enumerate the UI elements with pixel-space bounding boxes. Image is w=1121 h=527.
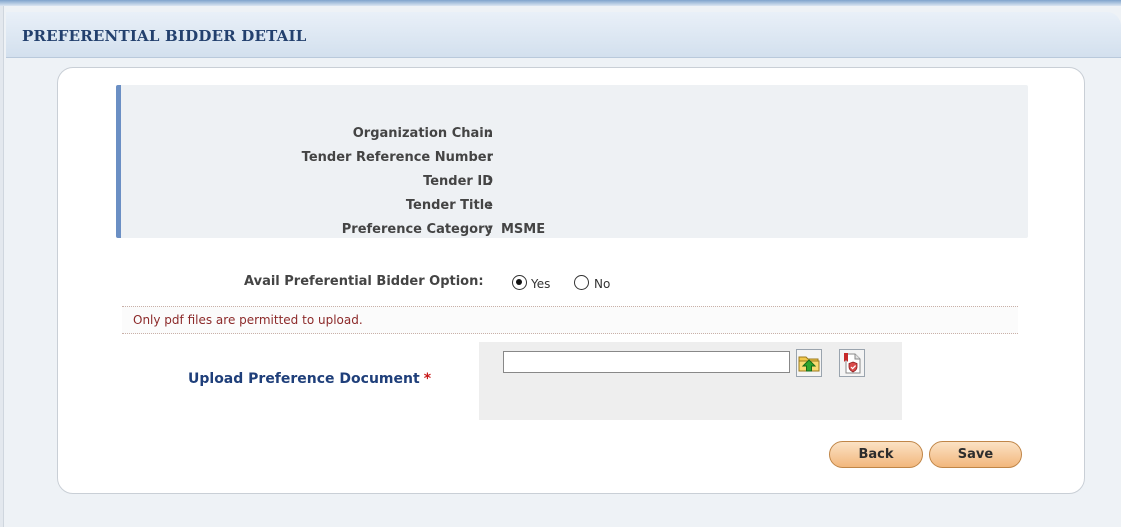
- radio-no-label[interactable]: No: [594, 277, 610, 291]
- info-label: Tender Title: [405, 198, 493, 213]
- page-header: PREFERENTIAL BIDDER DETAIL: [6, 12, 1121, 58]
- info-colon: :: [487, 174, 493, 189]
- top-edge: [0, 0, 1121, 6]
- avail-option-label: Avail Preferential Bidder Option:: [244, 274, 484, 289]
- info-colon: :: [487, 126, 493, 141]
- folder-upload-icon[interactable]: [796, 349, 822, 377]
- info-row-preference-category: Preference Category : MSME: [121, 222, 611, 242]
- signed-document-icon[interactable]: [839, 349, 865, 377]
- info-row-tender-title: Tender Title :: [121, 198, 611, 218]
- info-colon: :: [487, 150, 493, 165]
- page-title: PREFERENTIAL BIDDER DETAIL: [22, 27, 307, 45]
- required-mark: *: [423, 371, 432, 387]
- info-row-tender-reference-number: Tender Reference Number :: [121, 150, 611, 170]
- info-colon: :: [487, 198, 493, 213]
- info-value: MSME: [501, 222, 546, 237]
- info-row-organization-chain: Organization Chain :: [121, 126, 611, 146]
- back-button[interactable]: Back: [829, 441, 923, 468]
- tender-info-box: Organization Chain : Tender Reference Nu…: [116, 85, 1028, 238]
- info-label: Preference Category: [341, 222, 493, 237]
- info-colon: :: [487, 222, 493, 237]
- upload-label-text: Upload Preference Document: [188, 371, 420, 387]
- save-button[interactable]: Save: [929, 441, 1022, 468]
- radio-no[interactable]: [574, 275, 589, 290]
- info-row-tender-id: Tender ID :: [121, 174, 611, 194]
- file-path-input[interactable]: [503, 351, 790, 373]
- info-label: Organization Chain: [352, 126, 493, 141]
- info-label: Tender Reference Number: [301, 150, 493, 165]
- notice-text: Only pdf files are permitted to upload.: [133, 313, 363, 327]
- radio-yes[interactable]: [512, 275, 527, 290]
- left-edge: [0, 0, 4, 527]
- upload-notice: Only pdf files are permitted to upload.: [122, 306, 1018, 334]
- radio-yes-label[interactable]: Yes: [531, 277, 550, 291]
- info-label: Tender ID: [423, 174, 493, 189]
- upload-label: Upload Preference Document *: [188, 371, 431, 387]
